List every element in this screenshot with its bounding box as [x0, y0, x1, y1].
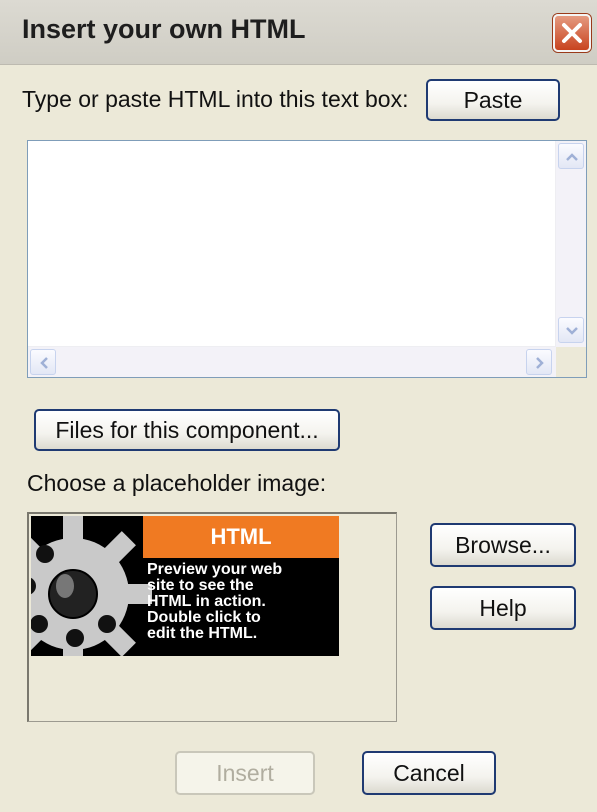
help-button[interactable]: Help — [430, 586, 576, 630]
browse-button[interactable]: Browse... — [430, 523, 576, 567]
chevron-up-icon — [566, 153, 578, 161]
scroll-down-button[interactable] — [558, 317, 584, 343]
paste-button[interactable]: Paste — [426, 79, 560, 121]
placeholder-caption: Preview your web site to see the HTML in… — [147, 562, 337, 642]
close-icon — [562, 23, 582, 43]
files-for-component-button[interactable]: Files for this component... — [34, 409, 340, 451]
placeholder-caption-line: HTML in action. — [147, 593, 266, 610]
placeholder-caption-line: Double click to — [147, 609, 261, 626]
placeholder-label: Choose a placeholder image: — [27, 470, 327, 496]
placeholder-image-frame[interactable]: HTML Preview your web site to see the HT… — [27, 512, 397, 722]
placeholder-image: HTML Preview your web site to see the HT… — [31, 516, 339, 656]
placeholder-caption-line: edit the HTML. — [147, 625, 258, 642]
instructions-label: Type or paste HTML into this text box: — [22, 86, 409, 112]
title-bar: Insert your own HTML — [0, 0, 597, 65]
cancel-button[interactable]: Cancel — [362, 751, 496, 795]
chevron-down-icon — [566, 327, 578, 335]
placeholder-caption-line: site to see the — [147, 577, 254, 594]
chevron-right-icon — [536, 357, 544, 369]
vertical-scrollbar[interactable] — [555, 141, 586, 347]
chevron-left-icon — [40, 357, 48, 369]
placeholder-banner: HTML — [143, 516, 339, 558]
insert-button[interactable]: Insert — [175, 751, 315, 795]
scroll-left-button[interactable] — [30, 349, 56, 375]
scroll-right-button[interactable] — [526, 349, 552, 375]
scroll-up-button[interactable] — [558, 143, 584, 169]
window-title: Insert your own HTML — [22, 14, 306, 44]
html-textarea[interactable] — [27, 140, 587, 378]
close-button[interactable] — [553, 14, 591, 52]
scrollbar-corner — [556, 347, 586, 377]
horizontal-scrollbar[interactable] — [28, 346, 556, 377]
placeholder-caption-line: Preview your web — [147, 561, 283, 578]
